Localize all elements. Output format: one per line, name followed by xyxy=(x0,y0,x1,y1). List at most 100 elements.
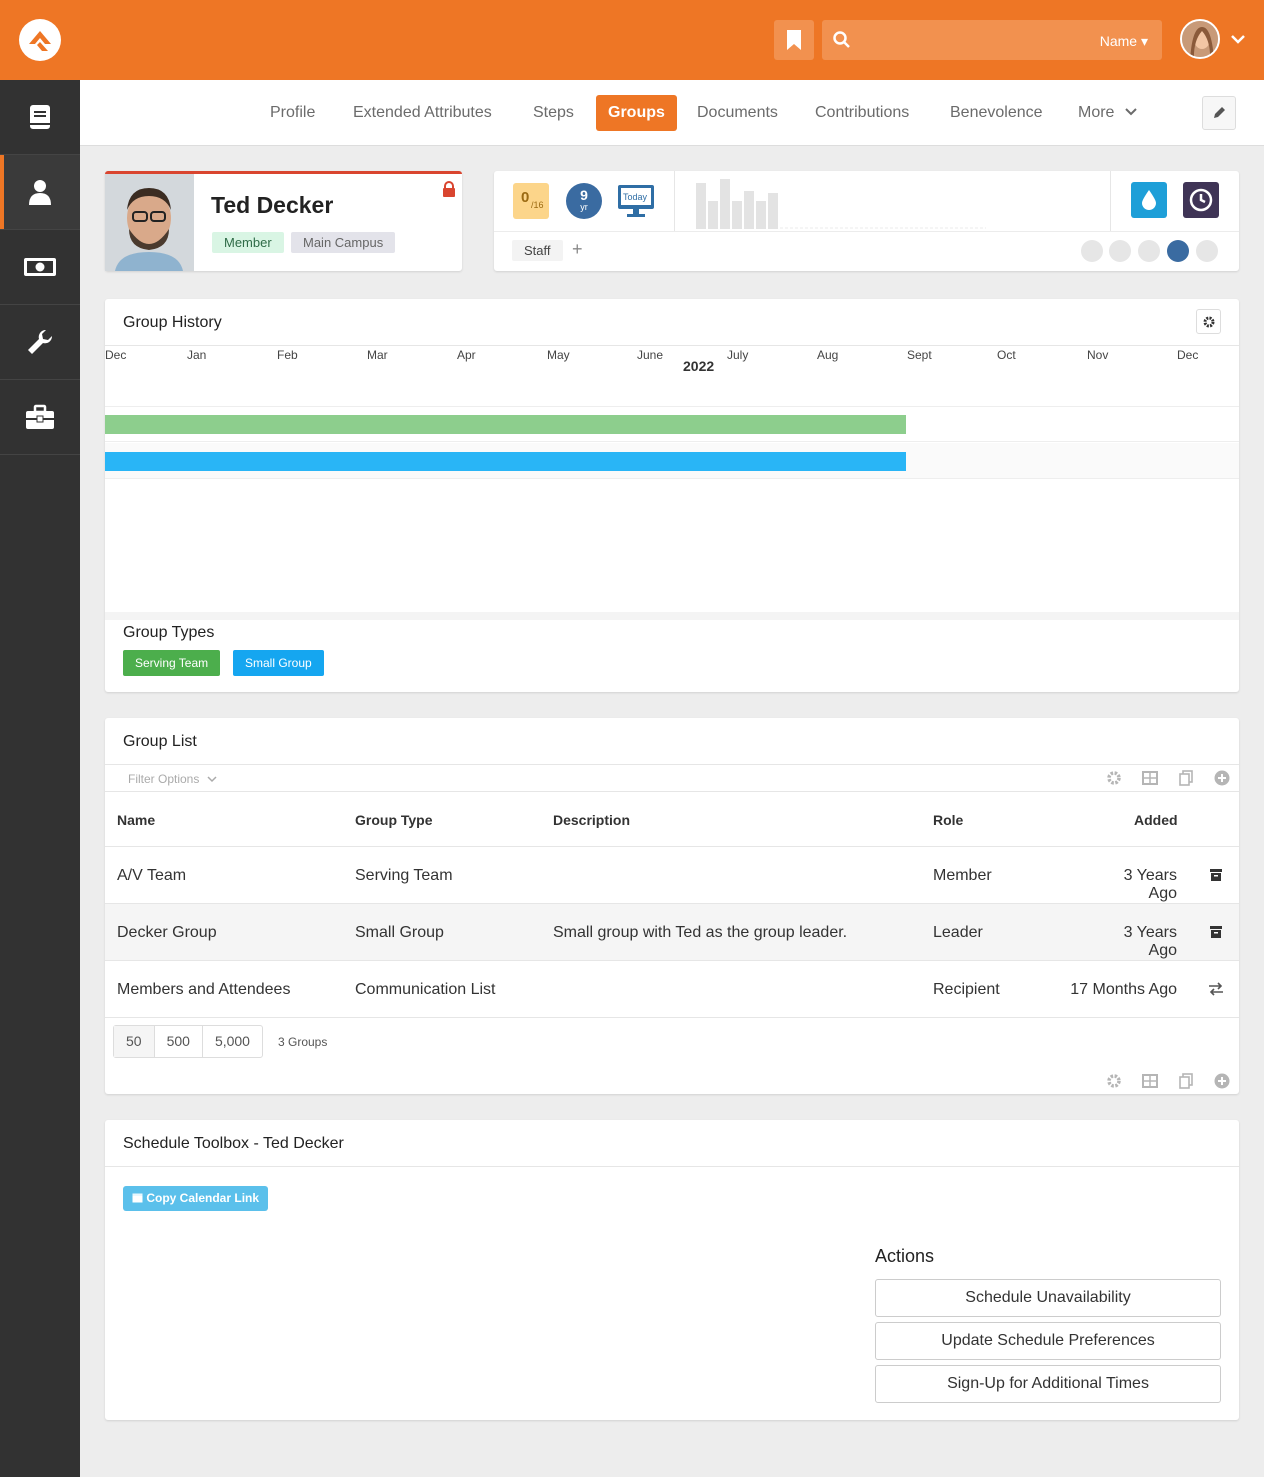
tab-more[interactable]: More xyxy=(1066,95,1149,131)
copy-calendar-link-button[interactable]: Copy Calendar Link xyxy=(123,1186,269,1211)
today-monitor-badge[interactable]: Today xyxy=(617,184,655,218)
group-types-divider xyxy=(105,612,1239,620)
excel-export-icon[interactable] xyxy=(1142,770,1158,786)
group-type-serving-team[interactable]: Serving Team xyxy=(123,650,221,676)
rock-logo-icon[interactable] xyxy=(18,18,62,62)
timeline-year: 2022 xyxy=(683,358,715,374)
sidebar-item-tools[interactable] xyxy=(0,305,80,380)
page-size-500[interactable]: 500 xyxy=(155,1026,203,1057)
badge-bar-bottom-divider xyxy=(494,231,1239,232)
chevron-down-icon[interactable] xyxy=(1229,30,1247,48)
update-schedule-preferences-button[interactable]: Update Schedule Preferences xyxy=(875,1322,1221,1360)
timeline-month-3: Mar xyxy=(367,348,388,362)
serving-time-badge[interactable] xyxy=(1183,182,1219,218)
sidebar-item-book[interactable] xyxy=(0,80,80,155)
merge-template-icon[interactable] xyxy=(1178,770,1194,786)
search-filter-dropdown[interactable]: Name ▾ xyxy=(1100,33,1148,50)
small-group-bar[interactable] xyxy=(105,452,906,471)
wrench-icon xyxy=(28,329,53,354)
attendance-bars-chart xyxy=(696,179,986,229)
chat-icon[interactable] xyxy=(1081,240,1103,262)
timeline-month-12: Dec xyxy=(1177,348,1199,362)
key-icon[interactable] xyxy=(1196,240,1218,262)
exchange-icon[interactable] xyxy=(1208,982,1224,996)
merge-template-icon[interactable] xyxy=(1178,1073,1194,1089)
column-group-type[interactable]: Group Type xyxy=(355,812,433,828)
sidebar-item-person[interactable] xyxy=(0,155,80,230)
tab-steps[interactable]: Steps xyxy=(521,95,586,131)
bookmark-button[interactable] xyxy=(774,20,814,60)
add-icon[interactable] xyxy=(1214,1073,1230,1089)
column-role[interactable]: Role xyxy=(933,812,963,828)
bookmark-icon xyxy=(787,30,801,50)
archive-icon[interactable] xyxy=(1209,925,1223,939)
tab-documents[interactable]: Documents xyxy=(685,95,790,131)
tab-groups[interactable]: Groups xyxy=(596,95,677,131)
timeline-month-1: Jan xyxy=(187,348,207,362)
tab-profile[interactable]: Profile xyxy=(258,95,327,131)
staff-tag[interactable]: Staff xyxy=(512,240,563,261)
archive-icon[interactable] xyxy=(1209,868,1223,882)
filter-options-toggle[interactable]: Filter Options xyxy=(128,772,217,786)
group-history-title: Group History xyxy=(105,299,1239,346)
timeline-month-9: Sept xyxy=(907,348,932,362)
person-tab-bar: Profile Extended Attributes Steps Groups… xyxy=(80,80,1264,146)
money-icon xyxy=(24,258,56,276)
table-row[interactable]: Decker Group Small Group Small group wit… xyxy=(105,903,1239,960)
schedule-unavailability-button[interactable]: Schedule Unavailability xyxy=(875,1279,1221,1317)
avatar[interactable] xyxy=(1180,19,1220,59)
print-icon[interactable] xyxy=(1109,240,1131,262)
book-icon xyxy=(30,105,50,129)
add-icon[interactable] xyxy=(1214,770,1230,786)
sign-up-additional-times-button[interactable]: Sign-Up for Additional Times xyxy=(875,1365,1221,1403)
timeline-month-0: Dec xyxy=(105,348,127,362)
tab-contributions[interactable]: Contributions xyxy=(803,95,921,131)
group-list-title: Group List xyxy=(105,718,1239,765)
column-description[interactable]: Description xyxy=(553,812,630,828)
panel-settings-button[interactable] xyxy=(1196,309,1221,334)
edit-person-button[interactable] xyxy=(1202,96,1236,130)
lock-icon xyxy=(443,181,455,197)
column-added[interactable]: Added xyxy=(1134,812,1178,828)
sidebar xyxy=(0,80,80,1477)
column-name[interactable]: Name xyxy=(117,812,155,828)
sidebar-item-admin[interactable] xyxy=(0,380,80,455)
comments-icon[interactable] xyxy=(1138,240,1160,262)
timeline-month-4: Apr xyxy=(457,348,476,362)
grid-header: Name Group Type Description Role Added xyxy=(105,791,1239,846)
table-row[interactable]: A/V Team Serving Team Member 3 Years Ago xyxy=(105,846,1239,903)
attendance-chart-divider xyxy=(674,171,675,231)
search-icon xyxy=(833,31,850,48)
tab-extended-attributes[interactable]: Extended Attributes xyxy=(341,95,504,131)
page-size-5000[interactable]: 5,000 xyxy=(203,1026,262,1057)
years-attended-badge[interactable]: 9 yr xyxy=(566,183,602,219)
search-input[interactable]: Name ▾ xyxy=(822,20,1162,60)
schedule-toolbox-panel: Schedule Toolbox - Ted Decker Copy Calen… xyxy=(105,1120,1239,1420)
group-type-small-group[interactable]: Small Group xyxy=(233,650,324,676)
briefcase-icon xyxy=(26,404,54,429)
add-tag-button[interactable]: + xyxy=(572,239,583,260)
grid-settings-icon[interactable] xyxy=(1106,770,1122,786)
person-name: Ted Decker xyxy=(211,192,334,218)
serving-team-bar[interactable] xyxy=(105,415,906,434)
badge-right-divider xyxy=(1110,171,1111,231)
chart-icon[interactable] xyxy=(1167,240,1189,262)
timeline-month-5: May xyxy=(547,348,570,362)
timeline-row-1 xyxy=(105,406,1239,442)
timeline-row-2 xyxy=(105,443,1239,479)
timeline-month-6: June xyxy=(637,348,664,362)
pencil-icon xyxy=(1214,107,1225,118)
table-row[interactable]: Members and Attendees Communication List… xyxy=(105,960,1239,1017)
tab-benevolence[interactable]: Benevolence xyxy=(938,95,1055,131)
baptism-badge[interactable] xyxy=(1131,182,1167,218)
page-size-50[interactable]: 50 xyxy=(114,1026,155,1057)
assessment-score-badge[interactable]: 0 /16 xyxy=(513,183,549,219)
drop-icon xyxy=(1142,190,1156,210)
sidebar-item-finance[interactable] xyxy=(0,230,80,305)
timeline-month-7: July xyxy=(727,348,749,362)
excel-export-icon[interactable] xyxy=(1142,1073,1158,1089)
timeline-month-11: Nov xyxy=(1087,348,1109,362)
clock-icon xyxy=(1189,188,1213,212)
grid-settings-icon[interactable] xyxy=(1106,1073,1122,1089)
timeline-month-10: Oct xyxy=(997,348,1016,362)
